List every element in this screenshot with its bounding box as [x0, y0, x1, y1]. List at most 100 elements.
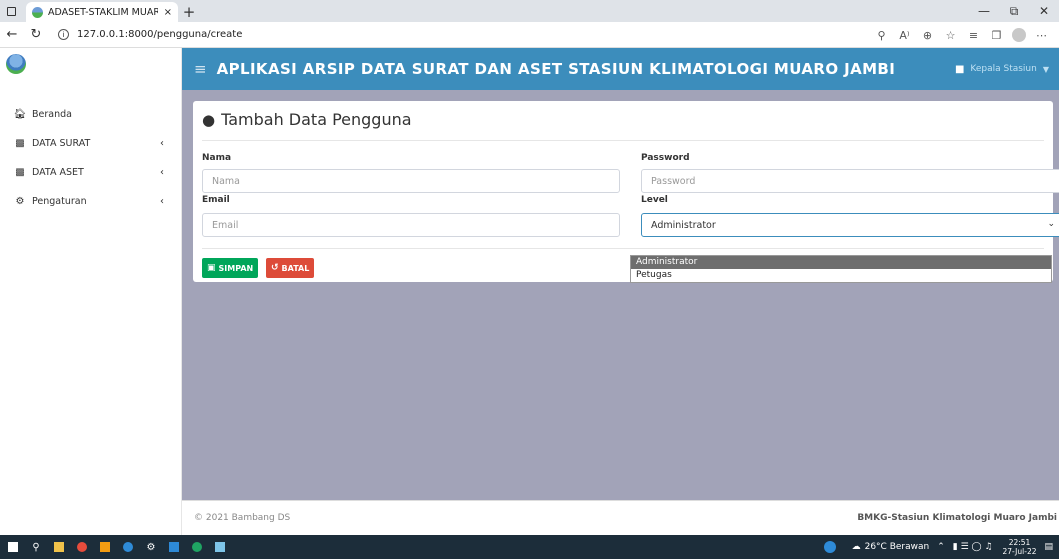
page-title-text: Tambah Data Pengguna: [221, 110, 412, 129]
email-input[interactable]: Email: [202, 213, 620, 237]
chevron-left-icon: ‹: [160, 167, 164, 178]
content-area: ● Tambah Data Pengguna Nama Nama Passwor…: [182, 90, 1059, 500]
users-icon: ▩: [15, 138, 25, 149]
restore-icon[interactable]: ⧉: [999, 0, 1029, 22]
collections-icon[interactable]: ❐: [985, 29, 1008, 42]
user-icon: ■: [954, 63, 965, 75]
sidebar-item-label: DATA ASET: [32, 167, 84, 178]
chevron-down-icon: ⌄: [1047, 219, 1055, 229]
email-label: Email: [202, 195, 230, 205]
sidebar-item-beranda[interactable]: 🏠︎ Beranda: [0, 100, 182, 129]
org-name: BMKG-Stasiun Klimatologi Muaro Jambi: [857, 513, 1057, 523]
undo-icon: ↺: [271, 263, 279, 273]
paint-icon[interactable]: [210, 535, 230, 559]
refresh-icon[interactable]: ↻: [24, 23, 48, 47]
new-tab-button[interactable]: +: [178, 2, 200, 22]
clock-time: 22:51: [1008, 538, 1031, 547]
url-field[interactable]: i 127.0.0.1:8000/pengguna/create: [58, 29, 242, 40]
save-icon: ▣: [207, 263, 216, 273]
level-options-list: Administrator Petugas: [630, 255, 1052, 283]
browser-toolbar-right: ⚲ A⁾ ⊕ ☆ ≡ ❐ ⋯: [870, 22, 1053, 48]
gears-icon: ⚙: [15, 196, 25, 207]
tab-close-icon[interactable]: ×: [164, 7, 172, 18]
bmkg-logo-icon[interactable]: [6, 54, 26, 74]
file-explorer-icon[interactable]: [49, 535, 69, 559]
site-info-icon[interactable]: i: [58, 29, 69, 40]
save-button[interactable]: ▣ SIMPAN: [202, 258, 259, 278]
cancel-label: BATAL: [281, 263, 310, 273]
favorites-icon[interactable]: ≡: [962, 29, 985, 42]
app-icon[interactable]: [95, 535, 115, 559]
windows-start-icon[interactable]: [3, 535, 23, 559]
sidebar-item-data-surat[interactable]: ▩ DATA SURAT ‹: [0, 129, 182, 158]
close-window-icon[interactable]: ✕: [1029, 0, 1059, 22]
user-menu[interactable]: ■ Kepala Stasiun ▼: [955, 48, 1049, 90]
window-controls: — ⧉ ✕: [969, 0, 1059, 22]
search-icon[interactable]: ⚲: [26, 535, 46, 559]
search-icon[interactable]: ⚲: [870, 29, 893, 42]
chrome-icon[interactable]: [72, 535, 92, 559]
bmkg-favicon-icon: [32, 6, 43, 18]
clock[interactable]: 22:51 27-Jul-22: [1003, 538, 1037, 556]
favorite-star-icon[interactable]: ☆: [939, 29, 962, 42]
weather-text[interactable]: 26°C Berawan: [865, 542, 930, 552]
user-label: Kepala Stasiun: [970, 64, 1037, 74]
divider: [202, 248, 1044, 249]
sidebar-menu: 🏠︎ Beranda ▩ DATA SURAT ‹ ▩ DATA ASET ‹ …: [0, 100, 182, 216]
chevron-left-icon: ‹: [160, 138, 164, 149]
cancel-button[interactable]: ↺ BATAL: [266, 258, 315, 278]
address-bar: ← ↻ i 127.0.0.1:8000/pengguna/create ⚲ A…: [0, 22, 1059, 48]
sidebar: 🏠︎ Beranda ▩ DATA SURAT ‹ ▩ DATA ASET ‹ …: [0, 48, 182, 535]
sidebar-item-label: Beranda: [32, 109, 72, 120]
read-aloud-icon[interactable]: A⁾: [893, 29, 916, 42]
caret-down-icon: ▼: [1042, 64, 1049, 74]
windows-taskbar: ⚲ ⚙ ☁ 26°C Berawan ⌃ ▮ ☰ ◯ ♫ 22:51 27-Ju…: [0, 535, 1059, 559]
weather-icon: ☁: [851, 542, 861, 552]
system-tray: ☁ 26°C Berawan ⌃ ▮ ☰ ◯ ♫ 22:51 27-Jul-22…: [823, 535, 1053, 559]
users-icon: ▩: [15, 167, 25, 178]
clock-date: 27-Jul-22: [1002, 547, 1037, 556]
sidebar-item-label: DATA SURAT: [32, 138, 91, 149]
app-title: APLIKASI ARSIP DATA SURAT DAN ASET STASI…: [216, 60, 896, 78]
sidebar-item-pengaturan[interactable]: ⚙ Pengaturan ‹: [0, 187, 182, 216]
level-label: Level: [641, 195, 668, 205]
tab-actions-icon[interactable]: [0, 0, 22, 22]
browser-tab-bar: ADASET-STAKLIM MUARO JAMBI × + — ⧉ ✕: [0, 0, 1059, 22]
copyright-text: © 2021 Bambang DS: [194, 513, 291, 523]
edge-icon[interactable]: [118, 535, 138, 559]
save-label: SIMPAN: [218, 263, 254, 273]
level-option-petugas[interactable]: Petugas: [631, 269, 1051, 282]
level-selected-value: Administrator: [651, 219, 716, 231]
home-icon: 🏠︎: [13, 109, 27, 120]
back-icon[interactable]: ←: [0, 23, 24, 47]
nama-label: Nama: [202, 153, 232, 163]
help-icon[interactable]: [823, 541, 836, 553]
chevron-left-icon: ‹: [160, 196, 164, 207]
notifications-icon[interactable]: ▤: [1044, 542, 1053, 552]
level-select[interactable]: Administrator ⌄: [641, 213, 1059, 237]
chevron-up-icon[interactable]: ⌃: [937, 542, 945, 552]
more-icon[interactable]: ⋯: [1030, 29, 1053, 42]
top-navbar: ≡ APLIKASI ARSIP DATA SURAT DAN ASET STA…: [182, 48, 1059, 90]
hamburger-menu-icon[interactable]: ≡: [194, 60, 207, 78]
browser-tab[interactable]: ADASET-STAKLIM MUARO JAMBI ×: [26, 2, 178, 22]
minimize-icon[interactable]: —: [969, 0, 999, 22]
profile-avatar[interactable]: [1012, 28, 1026, 42]
divider: [202, 140, 1044, 141]
url-text: 127.0.0.1:8000/pengguna/create: [77, 29, 243, 40]
user-icon: ●: [202, 110, 216, 129]
browser-icon[interactable]: [187, 535, 207, 559]
footer: © 2021 Bambang DS BMKG-Stasiun Klimatolo…: [182, 500, 1059, 535]
settings-icon[interactable]: ⚙: [141, 535, 161, 559]
password-label: Password: [641, 153, 690, 163]
sidebar-item-label: Pengaturan: [32, 196, 87, 207]
sidebar-item-data-aset[interactable]: ▩ DATA ASET ‹: [0, 158, 182, 187]
vscode-icon[interactable]: [164, 535, 184, 559]
password-input[interactable]: Password: [641, 169, 1059, 193]
tab-title: ADASET-STAKLIM MUARO JAMBI: [48, 6, 158, 18]
zoom-icon[interactable]: ⊕: [916, 29, 939, 42]
level-option-administrator[interactable]: Administrator: [631, 256, 1051, 269]
nama-input[interactable]: Nama: [202, 169, 620, 193]
page-title: ● Tambah Data Pengguna: [202, 110, 412, 129]
tray-icons[interactable]: ▮ ☰ ◯ ♫: [953, 542, 993, 552]
